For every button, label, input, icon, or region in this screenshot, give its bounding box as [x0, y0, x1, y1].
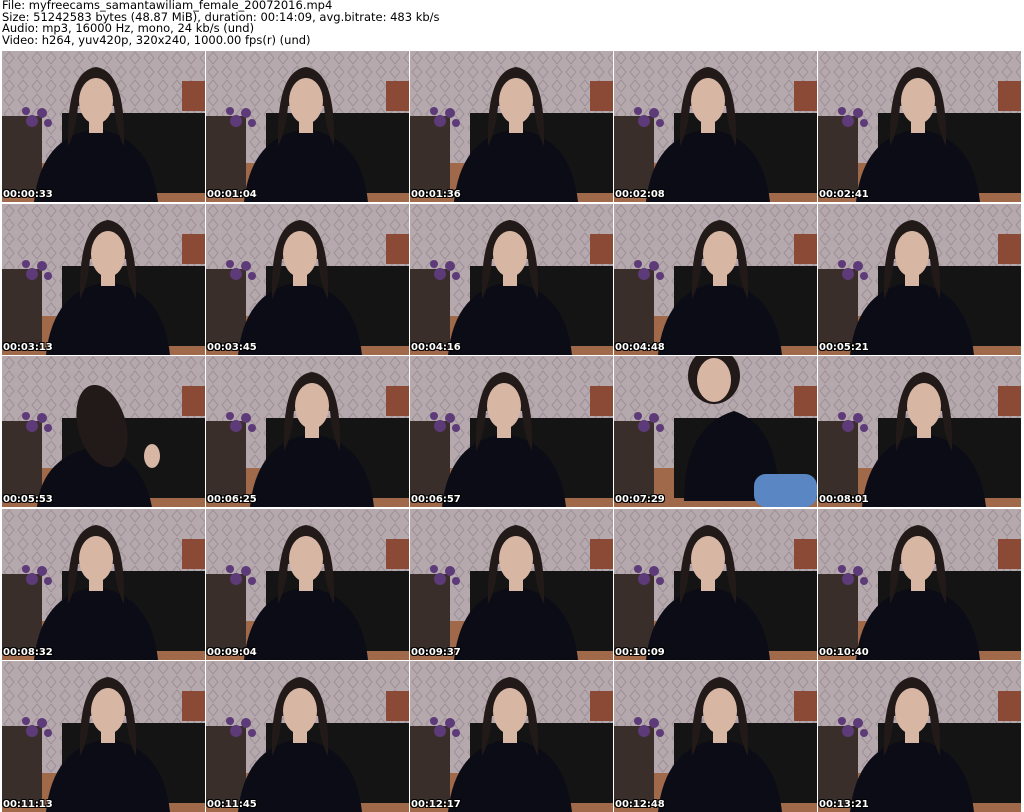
video-thumbnail: 00:07:29 — [614, 356, 817, 507]
video-thumbnail: 00:08:32 — [2, 508, 205, 660]
video-thumbnail: 00:05:21 — [818, 203, 1021, 355]
video-thumbnail: 00:06:57 — [410, 356, 613, 507]
thumbnail-frame-image — [410, 51, 613, 202]
thumbnail-frame-image — [818, 661, 1021, 812]
thumbnail-timestamp: 00:12:17 — [411, 799, 461, 810]
thumbnail-grid: 00:00:33 00:01:04 00:01:36 00:02:08 00:0… — [2, 51, 1021, 812]
thumbnail-frame-image — [206, 508, 409, 660]
thumbnail-timestamp: 00:03:13 — [3, 341, 53, 353]
video-thumbnail: 00:01:04 — [206, 51, 409, 202]
thumbnail-timestamp: 00:02:08 — [615, 189, 665, 200]
video-thumbnail: 00:00:33 — [2, 51, 205, 202]
video-thumbnail: 00:01:36 — [410, 51, 613, 202]
thumbnail-timestamp: 00:09:04 — [207, 646, 257, 658]
thumbnail-frame-image — [410, 661, 613, 812]
thumbnail-timestamp: 00:00:33 — [3, 189, 53, 200]
thumbnail-timestamp: 00:06:57 — [411, 494, 461, 505]
video-thumbnail: 00:11:13 — [2, 661, 205, 812]
thumbnail-timestamp: 00:01:04 — [207, 189, 257, 200]
thumbnail-timestamp: 00:08:32 — [3, 646, 53, 658]
video-thumbnail: 00:08:01 — [818, 356, 1021, 507]
video-thumbnail: 00:09:04 — [206, 508, 409, 660]
video-thumbnail: 00:12:17 — [410, 661, 613, 812]
thumbnail-timestamp: 00:04:48 — [615, 341, 665, 353]
thumbnail-frame-image — [2, 51, 205, 202]
thumbnail-timestamp: 00:13:21 — [819, 799, 869, 810]
thumbnail-timestamp: 00:10:09 — [615, 646, 665, 658]
thumbnail-timestamp: 00:05:21 — [819, 341, 869, 353]
thumbnail-timestamp: 00:05:53 — [3, 494, 53, 505]
thumbnail-frame-image — [614, 51, 817, 202]
thumbnail-frame-image — [206, 203, 409, 355]
thumbnail-frame-image — [206, 51, 409, 202]
thumbnail-timestamp: 00:08:01 — [819, 494, 869, 505]
thumbnail-frame-image — [206, 356, 409, 507]
thumbnail-timestamp: 00:01:36 — [411, 189, 461, 200]
video-thumbnail: 00:13:21 — [818, 661, 1021, 812]
thumbnail-timestamp: 00:06:25 — [207, 494, 257, 505]
thumbnail-frame-image — [2, 661, 205, 812]
video-thumbnail: 00:03:13 — [2, 203, 205, 355]
thumbnail-frame-image — [410, 203, 613, 355]
video-thumbnail: 00:04:16 — [410, 203, 613, 355]
thumbnail-frame-image — [614, 203, 817, 355]
thumbnail-timestamp: 00:09:37 — [411, 646, 461, 658]
thumbnail-timestamp: 00:03:45 — [207, 341, 257, 353]
video-thumbnail: 00:05:53 — [2, 356, 205, 507]
video-thumbnail: 00:03:45 — [206, 203, 409, 355]
video-thumbnail: 00:02:41 — [818, 51, 1021, 202]
video-thumbnail: 00:10:09 — [614, 508, 817, 660]
video-thumbnail: 00:02:08 — [614, 51, 817, 202]
thumbnail-timestamp: 00:04:16 — [411, 341, 461, 353]
file-info-header: File: myfreecams_samantawiliam_female_20… — [2, 0, 440, 46]
thumbnail-timestamp: 00:02:41 — [819, 189, 869, 200]
video-thumbnail: 00:12:48 — [614, 661, 817, 812]
video-thumbnail: 00:11:45 — [206, 661, 409, 812]
thumbnail-frame-image — [614, 356, 817, 507]
video-info-line: Video: h264, yuv420p, 320x240, 1000.00 f… — [2, 32, 311, 47]
thumbnail-frame-image — [2, 356, 205, 507]
thumbnail-timestamp: 00:07:29 — [615, 494, 665, 505]
thumbnail-frame-image — [818, 508, 1021, 660]
thumbnail-frame-image — [2, 508, 205, 660]
thumbnail-frame-image — [410, 508, 613, 660]
thumbnail-timestamp: 00:10:40 — [819, 646, 869, 658]
thumbnail-frame-image — [2, 203, 205, 355]
thumbnail-frame-image — [614, 661, 817, 812]
video-thumbnail: 00:04:48 — [614, 203, 817, 355]
thumbnail-frame-image — [614, 508, 817, 660]
thumbnail-frame-image — [818, 356, 1021, 507]
video-thumbnail: 00:09:37 — [410, 508, 613, 660]
thumbnail-frame-image — [410, 356, 613, 507]
thumbnail-timestamp: 00:11:45 — [207, 799, 257, 810]
thumbnail-frame-image — [206, 661, 409, 812]
thumbnail-frame-image — [818, 51, 1021, 202]
thumbnail-timestamp: 00:11:13 — [3, 799, 53, 810]
thumbnail-timestamp: 00:12:48 — [615, 799, 665, 810]
video-thumbnail: 00:10:40 — [818, 508, 1021, 660]
thumbnail-frame-image — [818, 203, 1021, 355]
video-thumbnail: 00:06:25 — [206, 356, 409, 507]
